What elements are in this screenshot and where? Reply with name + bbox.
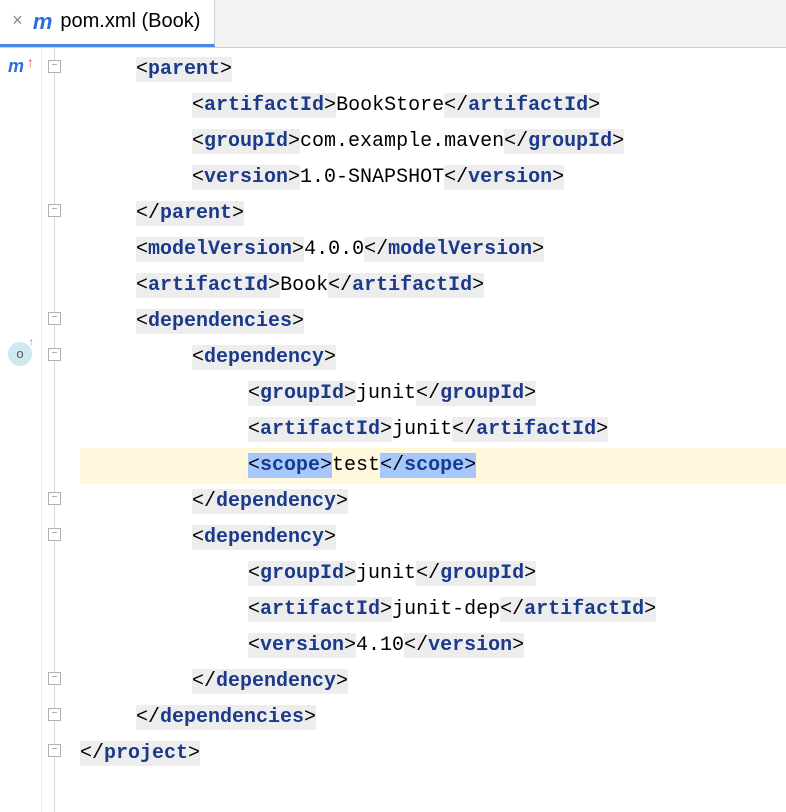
fold-toggle[interactable]: − (48, 492, 61, 505)
fold-toggle[interactable]: − (48, 60, 61, 73)
editor-tab[interactable]: × m pom.xml (Book) (0, 0, 215, 47)
code-line[interactable]: </dependency> (80, 484, 786, 520)
code-line[interactable]: <dependency> (80, 340, 786, 376)
code-line[interactable]: <dependencies> (80, 304, 786, 340)
fold-toggle[interactable]: − (48, 528, 61, 541)
override-gutter-icon[interactable]: o (8, 342, 32, 366)
code-line[interactable]: <groupId>junit</groupId> (80, 556, 786, 592)
gutter-icon-strip: m ↑ o (0, 48, 42, 812)
fold-toggle[interactable]: − (48, 744, 61, 757)
code-line[interactable]: </parent> (80, 196, 786, 232)
code-line[interactable]: <artifactId>junit</artifactId> (80, 412, 786, 448)
code-line[interactable]: <groupId>junit</groupId> (80, 376, 786, 412)
fold-toggle[interactable]: − (48, 204, 61, 217)
code-line-highlighted[interactable]: <scope>test</scope> (80, 448, 786, 484)
code-line[interactable]: <artifactId>BookStore</artifactId> (80, 88, 786, 124)
code-line[interactable]: <version>4.10</version> (80, 628, 786, 664)
code-line[interactable]: <groupId>com.example.maven</groupId> (80, 124, 786, 160)
code-line[interactable]: </project> (80, 736, 786, 772)
code-line[interactable]: <parent> (80, 52, 786, 88)
editor-area: m ↑ o − − − − − − − − − <parent> <artifa… (0, 48, 786, 812)
fold-toggle[interactable]: − (48, 708, 61, 721)
up-arrow-icon[interactable]: ↑ (26, 56, 34, 72)
fold-toggle[interactable]: − (48, 348, 61, 361)
code-line[interactable]: </dependencies> (80, 700, 786, 736)
code-line[interactable]: <artifactId>junit-dep</artifactId> (80, 592, 786, 628)
close-icon[interactable]: × (10, 12, 25, 32)
maven-gutter-icon[interactable]: m (8, 56, 24, 77)
code-area[interactable]: <parent> <artifactId>BookStore</artifact… (80, 48, 786, 812)
fold-toggle[interactable]: − (48, 312, 61, 325)
tab-label: pom.xml (Book) (60, 10, 200, 33)
tab-bar: × m pom.xml (Book) (0, 0, 786, 48)
code-line[interactable]: <dependency> (80, 520, 786, 556)
code-line[interactable]: <modelVersion>4.0.0</modelVersion> (80, 232, 786, 268)
code-line[interactable]: </dependency> (80, 664, 786, 700)
code-line[interactable]: <artifactId>Book</artifactId> (80, 268, 786, 304)
code-line[interactable]: <version>1.0-SNAPSHOT</version> (80, 160, 786, 196)
fold-gutter: − − − − − − − − − (42, 48, 80, 812)
fold-toggle[interactable]: − (48, 672, 61, 685)
maven-icon: m (33, 9, 53, 35)
